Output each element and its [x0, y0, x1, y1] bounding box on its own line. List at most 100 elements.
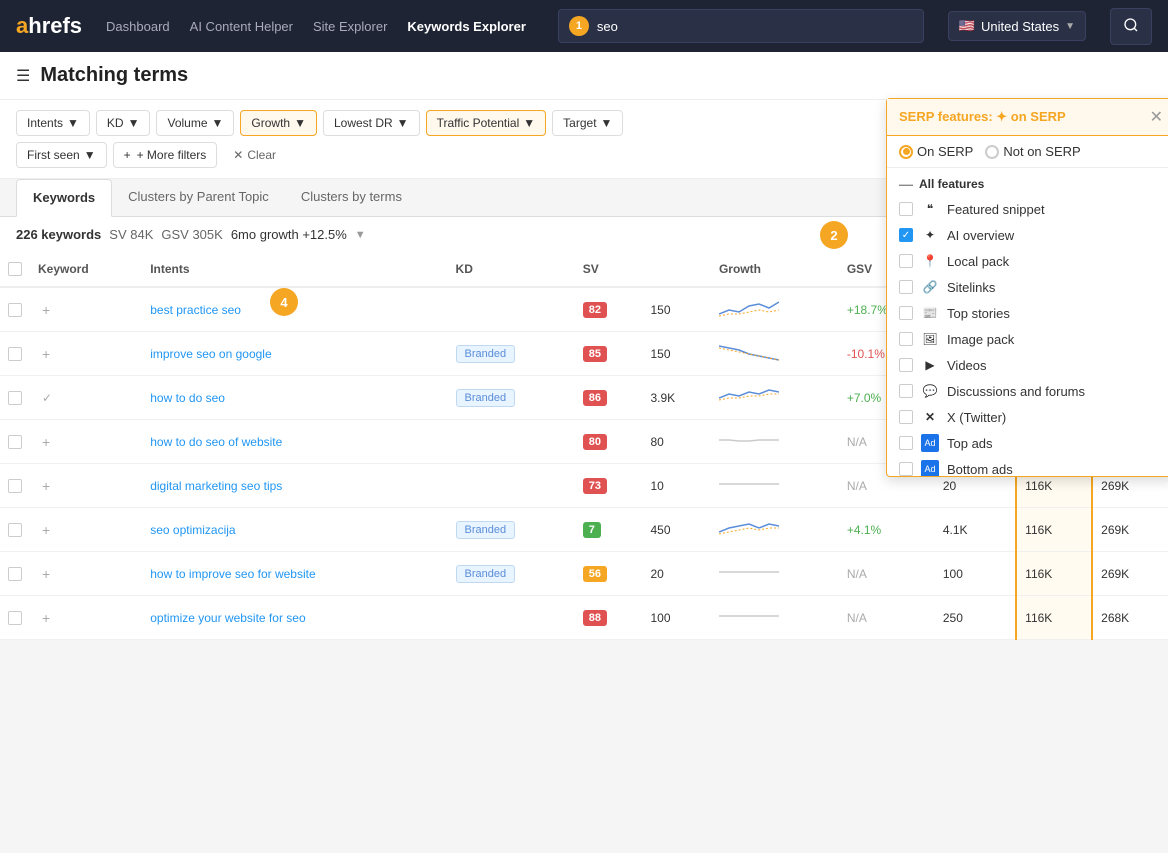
keyword-link[interactable]: how to improve seo for website [150, 567, 315, 581]
checkbox-videos [899, 358, 913, 372]
row-sparkline-cell [711, 596, 839, 640]
th-kd[interactable]: KD [448, 252, 575, 287]
add-keyword-button[interactable]: + [38, 346, 54, 362]
twitter-icon: ✕ [921, 408, 939, 426]
local-pack-icon: 📍 [921, 252, 939, 270]
row-kd-cell: 73 [575, 464, 643, 508]
row-kd-cell: 80 [575, 420, 643, 464]
search-button[interactable] [1110, 8, 1152, 45]
row-checkbox[interactable] [8, 303, 22, 317]
row-kd-cell: 56 [575, 552, 643, 596]
filter-target[interactable]: Target ▼ [552, 110, 623, 136]
th-select-all [0, 252, 30, 287]
serp-feature-featured-snippet[interactable]: ❝ Featured snippet [887, 196, 1168, 222]
th-keyword[interactable]: Keyword [30, 252, 142, 287]
filter-kd[interactable]: KD ▼ [96, 110, 151, 136]
row-sv-cell: 450 [642, 508, 710, 552]
growth-dropdown-icon[interactable]: ▼ [355, 229, 366, 241]
add-keyword-button[interactable]: + [38, 522, 54, 538]
filter-volume[interactable]: Volume ▼ [156, 110, 234, 136]
menu-icon[interactable]: ☰ [16, 66, 30, 86]
serp-feature-local-pack[interactable]: 📍 Local pack [887, 248, 1168, 274]
filter-intents[interactable]: Intents ▼ [16, 110, 90, 136]
nav-keywords-explorer[interactable]: Keywords Explorer [407, 19, 526, 34]
serp-feature-bottom-ads[interactable]: Ad Bottom ads [887, 456, 1168, 476]
keyword-link[interactable]: how to do seo of website [150, 435, 282, 449]
keyword-link[interactable]: how to do seo [150, 391, 225, 405]
serp-feature-twitter[interactable]: ✕ X (Twitter) [887, 404, 1168, 430]
serp-feature-top-stories[interactable]: 📰 Top stories [887, 300, 1168, 326]
row-sv-cell: 3.9K [642, 376, 710, 420]
country-selector[interactable]: 🇺🇸 United States ▼ [948, 11, 1086, 41]
serp-option-not-on-serp[interactable]: Not on SERP [985, 144, 1080, 159]
add-keyword-button[interactable]: + [38, 566, 54, 582]
row-intents-cell [448, 464, 575, 508]
nav-dashboard[interactable]: Dashboard [106, 19, 170, 34]
sparkline-chart [719, 604, 779, 628]
add-keyword-button[interactable]: + [38, 478, 54, 494]
tab-keywords[interactable]: Keywords [16, 179, 112, 217]
logo-hrefs: hrefs [28, 13, 82, 38]
row-checkbox[interactable] [8, 391, 22, 405]
keyword-link[interactable]: digital marketing seo tips [150, 479, 282, 493]
clear-button[interactable]: ✕ Clear [223, 143, 286, 167]
serp-feature-image-pack[interactable]: 🖼 Image pack [887, 326, 1168, 352]
main-content: ☰ Matching terms Intents ▼ KD ▼ Volume ▼… [0, 52, 1168, 640]
bubble-2: 2 [820, 221, 848, 249]
filter-growth[interactable]: Growth ▼ [240, 110, 317, 136]
search-input[interactable] [597, 19, 913, 34]
select-all-checkbox[interactable] [8, 262, 22, 276]
filter-traffic-potential[interactable]: Traffic Potential ▼ [426, 110, 547, 136]
serp-option-on-serp[interactable]: On SERP [899, 144, 973, 159]
more-filters-button[interactable]: + + More filters [113, 142, 218, 168]
kd-badge: 85 [583, 346, 607, 362]
serp-feature-sitelinks[interactable]: 🔗 Sitelinks [887, 274, 1168, 300]
filter-lowest-dr[interactable]: Lowest DR ▼ [323, 110, 420, 136]
row-checkbox[interactable] [8, 567, 22, 581]
keyword-link[interactable]: seo optimizacija [150, 523, 235, 537]
nav-site-explorer[interactable]: Site Explorer [313, 19, 387, 34]
nav-ai-content[interactable]: AI Content Helper [190, 19, 293, 34]
row-sparkline-cell [711, 420, 839, 464]
bottom-ads-icon: Ad [921, 460, 939, 476]
th-sv[interactable]: SV [575, 252, 643, 287]
search-badge: 1 [569, 16, 589, 36]
chevron-down-icon: ▼ [523, 116, 535, 130]
row-intents-cell: Branded [448, 332, 575, 376]
row-gtp-cell: 269K [1092, 552, 1168, 596]
serp-feature-ai-overview[interactable]: ✦ AI overview [887, 222, 1168, 248]
row-checkbox[interactable] [8, 611, 22, 625]
row-checkbox[interactable] [8, 479, 22, 493]
add-keyword-button[interactable]: + [38, 434, 54, 450]
kd-badge: 7 [583, 522, 601, 538]
serp-feature-top-ads[interactable]: Ad Top ads [887, 430, 1168, 456]
filter-first-seen[interactable]: First seen ▼ [16, 142, 107, 168]
keyword-link[interactable]: optimize your website for seo [150, 611, 305, 625]
tab-clusters-terms[interactable]: Clusters by terms [285, 179, 418, 216]
sparkline-chart [719, 472, 779, 496]
row-checkbox[interactable] [8, 347, 22, 361]
gsv-stat: GSV 305K [161, 227, 222, 242]
serp-panel-close-button[interactable]: ✕ [1150, 107, 1163, 127]
row-keyword-cell: seo optimizacija [142, 508, 447, 552]
country-name: United States [981, 19, 1059, 34]
serp-feature-videos[interactable]: ▶ Videos [887, 352, 1168, 378]
row-tp-cell: 116K [1016, 596, 1092, 640]
keyword-link[interactable]: improve seo on google [150, 347, 271, 361]
add-keyword-button[interactable]: + [38, 610, 54, 626]
tab-clusters-parent[interactable]: Clusters by Parent Topic [112, 179, 285, 216]
th-growth[interactable]: Growth [711, 252, 839, 287]
branded-badge: Branded [456, 389, 516, 407]
th-intents[interactable]: Intents [142, 252, 447, 287]
row-checkbox[interactable] [8, 523, 22, 537]
discussions-icon: 💬 [921, 382, 939, 400]
row-checkbox[interactable] [8, 435, 22, 449]
row-checkbox-cell [0, 596, 30, 640]
add-keyword-button[interactable]: + [38, 302, 54, 318]
row-gtp-cell: 269K [1092, 508, 1168, 552]
check-keyword-button[interactable]: ✓ [38, 391, 56, 405]
keyword-link[interactable]: best practice seo [150, 303, 241, 317]
sparkline-chart [719, 384, 779, 408]
serp-feature-discussions[interactable]: 💬 Discussions and forums [887, 378, 1168, 404]
chevron-down-icon: ▼ [84, 148, 96, 162]
